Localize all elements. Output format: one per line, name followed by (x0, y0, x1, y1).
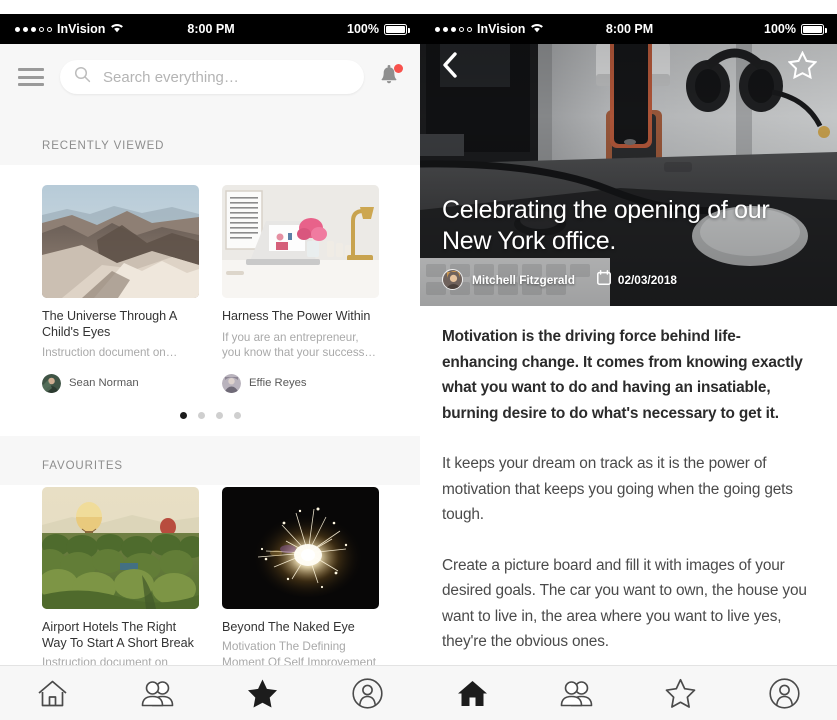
article-paragraph-2: Create a picture board and fill it with … (442, 556, 807, 651)
avatar (442, 269, 463, 290)
phone-screen-article: Celebrating the opening of our New York … (420, 0, 837, 720)
article-navbar (420, 44, 837, 90)
favourite-button[interactable] (787, 50, 818, 84)
dual-phone-screenshot: InVision 8:00 PM 100% Search everything…… (0, 0, 837, 720)
notification-badge (394, 64, 403, 73)
card-title: Harness The Power Within (222, 309, 371, 323)
home-header (0, 44, 420, 110)
card-title: The Universe Through A Child's Eyes (42, 309, 177, 339)
status-bar-carrier-group: InVision (420, 22, 606, 36)
status-bar-time: 8:00 PM (187, 22, 235, 36)
article-body[interactable]: Motivation is the driving force behind l… (420, 306, 837, 665)
article-paragraph-1: It keeps your dream on track as it is th… (442, 455, 793, 523)
card-description: Instruction document on… (42, 346, 178, 359)
battery-percent: 100% (764, 22, 796, 36)
search-bar[interactable] (60, 60, 364, 94)
tab-profile[interactable] (733, 666, 837, 720)
status-bar-right: InVision 8:00 PM 100% (420, 14, 837, 44)
tab-home[interactable] (420, 666, 524, 720)
pager-dot-4[interactable] (233, 411, 241, 419)
search-icon (74, 66, 91, 88)
recently-viewed-card-row: The Universe Through A Child's Eyes Inst… (0, 185, 420, 393)
card-thumbnail-desert[interactable] (42, 185, 199, 298)
carrier-name: InVision (57, 22, 106, 36)
chevron-left-icon (443, 51, 457, 78)
hero-text-block: Celebrating the opening of our New York … (442, 195, 815, 290)
card-thumbnail-workspace[interactable] (222, 185, 379, 298)
tab-favourites[interactable] (210, 666, 315, 720)
tab-profile[interactable] (315, 666, 420, 720)
hamburger-icon[interactable] (18, 68, 44, 86)
card-author: Effie Reyes (222, 373, 379, 393)
search-input[interactable] (103, 60, 350, 94)
avatar (42, 373, 61, 393)
list-item[interactable]: Harness The Power Within If you are an e… (222, 185, 379, 393)
article-title: Celebrating the opening of our New York … (442, 196, 770, 255)
status-bar-battery-group: 100% (235, 22, 420, 36)
star-icon (665, 678, 696, 708)
star-icon (248, 679, 277, 708)
people-icon (141, 680, 174, 706)
tab-people[interactable] (105, 666, 210, 720)
status-bar-carrier-group: InVision (0, 22, 187, 36)
home-scroll-area[interactable]: RECENTLY VIEWED The Universe Through A C… (0, 110, 420, 665)
battery-icon (384, 23, 410, 35)
card-description: If you are an entrepreneur, you know tha… (222, 330, 377, 360)
calendar-icon (596, 269, 611, 290)
battery-percent: 100% (347, 22, 379, 36)
article-lead-paragraph: Motivation is the driving force behind l… (442, 328, 803, 422)
tab-bar-right (420, 665, 837, 720)
status-bar-left: InVision 8:00 PM 100% (0, 14, 420, 44)
section-title-favourites: FAVOURITES (42, 459, 123, 472)
phone-screen-home: InVision 8:00 PM 100% Search everything…… (0, 0, 420, 720)
card-description: Motivation The Defining Moment Of Self I… (222, 638, 377, 666)
recently-viewed-panel: The Universe Through A Child's Eyes Inst… (0, 165, 420, 436)
star-outline-icon (787, 50, 818, 79)
tab-people[interactable] (524, 666, 628, 720)
article-date: 02/03/2018 (617, 272, 677, 287)
card-title: Beyond The Naked Eye (222, 619, 355, 634)
status-bar-battery-group: 100% (653, 22, 837, 36)
signal-dots-icon (435, 26, 472, 32)
carrier-name: InVision (477, 22, 526, 36)
home-icon (38, 680, 67, 706)
pager-dot-1[interactable] (179, 411, 187, 419)
tab-bar-left (0, 665, 420, 720)
signal-dots-icon (15, 26, 52, 32)
card-description: Instruction document on (42, 654, 168, 666)
pager-dot-2[interactable] (197, 411, 205, 419)
favourites-panel: Airport Hotels The Right Way To Start A … (0, 484, 420, 666)
profile-icon (352, 677, 383, 709)
wifi-icon (110, 22, 124, 36)
card-thumbnail-balloons[interactable] (42, 486, 199, 609)
article-date-group: 02/03/2018 (596, 269, 677, 290)
notifications-button[interactable] (378, 64, 403, 90)
status-bar-time: 8:00 PM (605, 22, 654, 36)
card-title: Airport Hotels The Right Way To Start A … (42, 619, 194, 650)
card-author: Sean Norman (42, 373, 199, 393)
favourites-card-row: Airport Hotels The Right Way To Start A … (0, 486, 420, 666)
wifi-icon (530, 22, 544, 36)
card-author-name: Effie Reyes (249, 377, 307, 389)
section-title-recently-viewed: RECENTLY VIEWED (42, 140, 165, 152)
card-author-name: Sean Norman (69, 377, 139, 389)
list-item[interactable]: Airport Hotels The Right Way To Start A … (42, 486, 199, 666)
tab-home[interactable] (0, 666, 105, 720)
people-icon (560, 680, 593, 706)
tab-favourites[interactable] (629, 666, 733, 720)
avatar (222, 373, 241, 393)
card-thumbnail-sparkler[interactable] (222, 486, 379, 609)
pager-dot-3[interactable] (215, 411, 223, 419)
list-item[interactable]: Beyond The Naked Eye Motivation The Defi… (222, 486, 379, 666)
article-meta: Mitchell Fitzgerald 02/03/2018 (442, 269, 815, 290)
article-author: Mitchell Fitzgerald (472, 272, 575, 287)
carousel-pager[interactable] (0, 393, 420, 436)
list-item[interactable]: The Universe Through A Child's Eyes Inst… (42, 185, 199, 393)
battery-icon (801, 23, 827, 35)
profile-icon (769, 677, 800, 709)
back-button[interactable] (440, 51, 460, 84)
home-icon (457, 680, 487, 706)
